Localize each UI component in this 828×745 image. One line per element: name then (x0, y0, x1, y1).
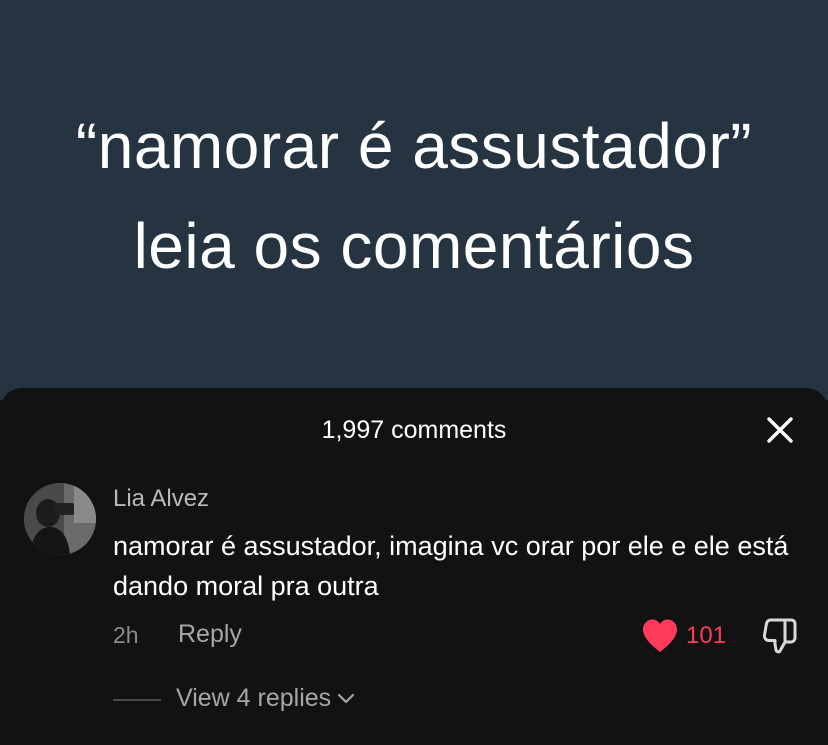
avatar[interactable] (24, 483, 96, 555)
view-replies-button[interactable]: View 4 replies (176, 684, 355, 713)
comment-username[interactable]: Lia Alvez (113, 485, 209, 513)
caption-line-1: “namorar é assustador” (75, 110, 753, 182)
comment-text: namorar é assustador, imagina vc orar po… (113, 531, 789, 601)
close-icon (767, 417, 793, 443)
caption-line-2: leia os comentários (133, 210, 695, 282)
dislike-button[interactable] (761, 616, 799, 654)
video-background: “namorar é assustador” leia os comentári… (0, 0, 828, 400)
comment-timestamp: 2h (113, 622, 139, 648)
replies-divider (113, 699, 161, 701)
video-caption: “namorar é assustador” leia os comentári… (0, 96, 828, 296)
chevron-down-icon (338, 693, 355, 703)
like-count: 101 (686, 622, 727, 649)
reply-button[interactable]: Reply (178, 620, 242, 649)
close-button[interactable] (760, 410, 800, 450)
comments-count-title: 1,997 comments (321, 416, 507, 444)
like-button[interactable] (641, 618, 679, 654)
view-replies-label: View 4 replies (176, 684, 332, 712)
heart-icon (643, 619, 677, 652)
dislike-icon (762, 618, 797, 654)
comments-sheet: 1,997 comments Lia Alvez namorar é assus… (0, 388, 828, 745)
avatar-image (24, 483, 96, 555)
